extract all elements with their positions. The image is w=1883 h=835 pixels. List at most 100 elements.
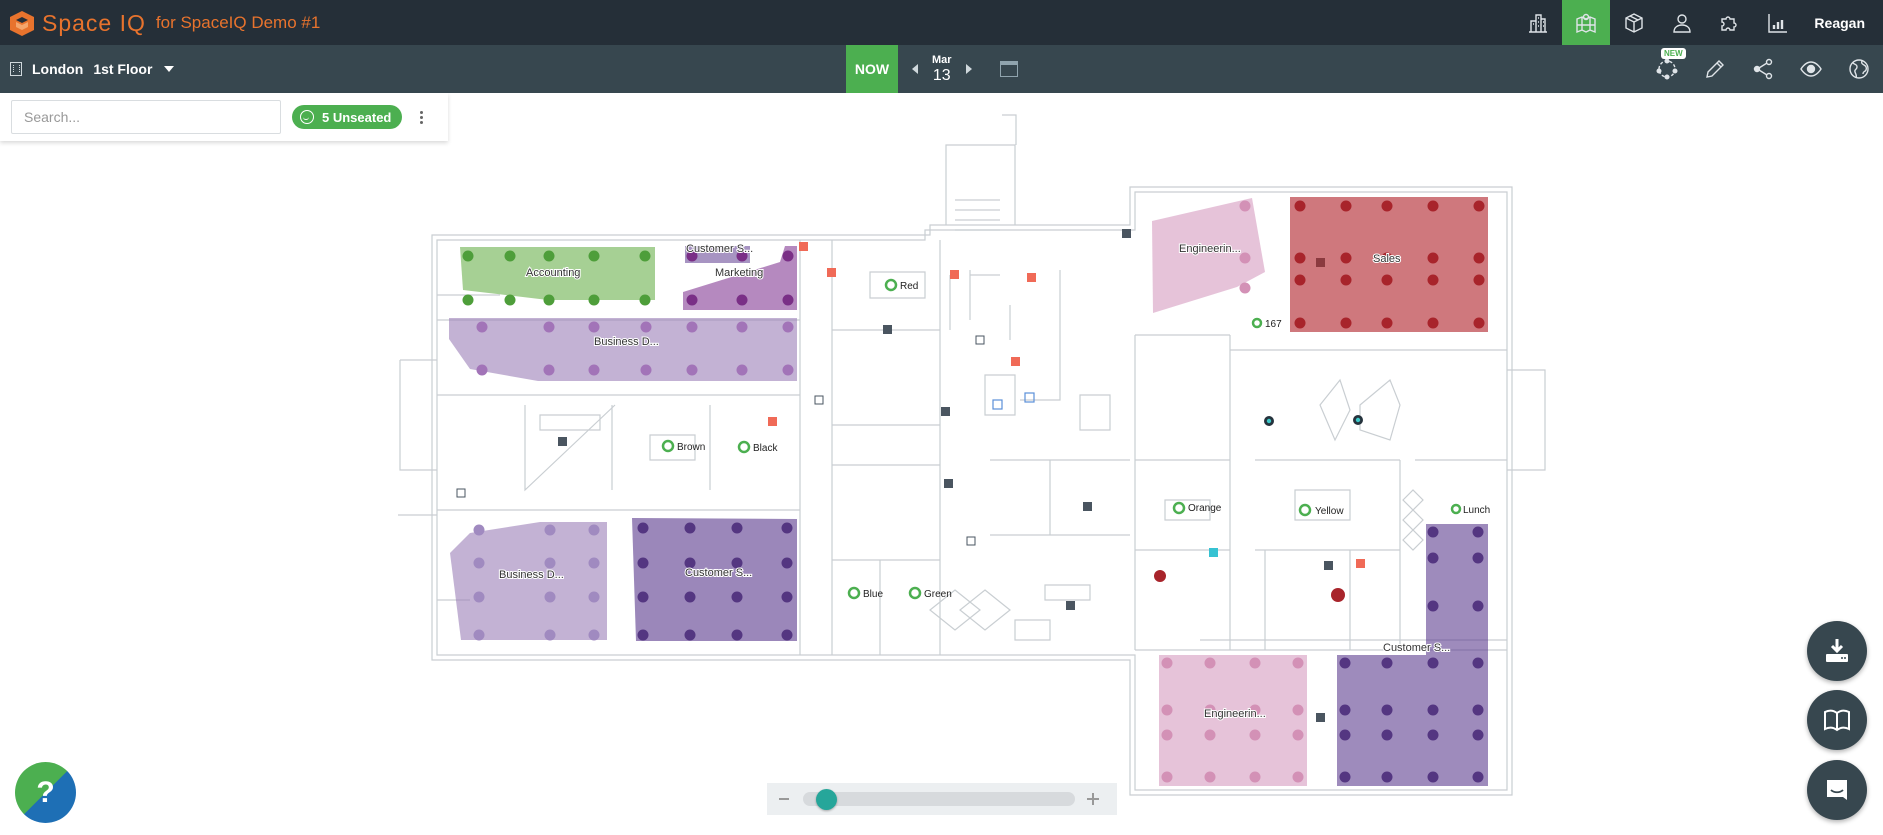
seat-marker[interactable] <box>1294 200 1306 212</box>
seat-marker[interactable] <box>1294 252 1306 264</box>
seat-marker[interactable] <box>781 557 793 569</box>
view-button[interactable] <box>1787 45 1835 93</box>
seat-marker[interactable] <box>1427 729 1439 741</box>
globe-button[interactable] <box>1835 45 1883 93</box>
seat-marker[interactable] <box>1472 600 1484 612</box>
seat-marker[interactable] <box>1161 657 1173 669</box>
first-aid-icon[interactable] <box>768 417 777 426</box>
seat-marker[interactable] <box>588 524 600 536</box>
seat-marker[interactable] <box>462 250 474 262</box>
wifi-icon[interactable] <box>1316 713 1325 722</box>
help-button[interactable]: ? <box>15 762 76 823</box>
share-button[interactable] <box>1739 45 1787 93</box>
seat-marker[interactable] <box>640 321 652 333</box>
seat-marker[interactable] <box>1161 729 1173 741</box>
cleaning-icon[interactable] <box>1209 548 1218 557</box>
seat-marker[interactable] <box>640 364 652 376</box>
seat-marker[interactable] <box>731 522 743 534</box>
square-marker-icon[interactable] <box>966 536 976 546</box>
seat-marker[interactable] <box>476 364 488 376</box>
room-blue[interactable]: Blue <box>847 586 883 600</box>
seat-marker[interactable] <box>1472 552 1484 564</box>
seat-marker[interactable] <box>544 591 556 603</box>
seat-marker[interactable] <box>1472 526 1484 538</box>
seat-marker[interactable] <box>1472 704 1484 716</box>
seat-marker[interactable] <box>1472 657 1484 669</box>
seat-marker[interactable] <box>1239 252 1251 264</box>
seat-marker[interactable] <box>1427 704 1439 716</box>
seat-marker[interactable] <box>1339 704 1351 716</box>
seat-marker[interactable] <box>736 364 748 376</box>
seat-marker[interactable] <box>588 294 600 306</box>
seat-marker[interactable] <box>637 522 649 534</box>
seat-marker[interactable] <box>637 629 649 641</box>
seat-marker[interactable] <box>588 557 600 569</box>
brand[interactable]: Space IQ for SpaceIQ Demo #1 <box>8 8 320 38</box>
zoom-slider-thumb[interactable] <box>815 789 837 810</box>
seat-marker[interactable] <box>781 591 793 603</box>
seat-marker[interactable] <box>1381 317 1393 329</box>
restroom-icon[interactable] <box>558 437 567 446</box>
seat-marker[interactable] <box>1249 657 1261 669</box>
seat-marker[interactable] <box>1472 771 1484 783</box>
unseated-button[interactable]: 5 Unseated <box>292 105 403 129</box>
seat-marker[interactable] <box>544 629 556 641</box>
printer-icon[interactable] <box>1066 601 1075 610</box>
seat-marker[interactable] <box>1340 200 1352 212</box>
seat-marker[interactable] <box>782 321 794 333</box>
seat-marker[interactable] <box>1427 552 1439 564</box>
seat-marker[interactable] <box>639 294 651 306</box>
seat-marker[interactable] <box>473 591 485 603</box>
seat-marker[interactable] <box>588 629 600 641</box>
nav-people[interactable] <box>1658 0 1706 45</box>
seat-marker[interactable] <box>1249 771 1261 783</box>
seat-marker[interactable] <box>1339 729 1351 741</box>
next-date-icon[interactable] <box>965 64 972 74</box>
elevator-icon[interactable] <box>1024 392 1035 403</box>
seat-marker[interactable] <box>1161 704 1173 716</box>
chat-button[interactable] <box>1807 760 1867 820</box>
seat-marker[interactable] <box>588 364 600 376</box>
square-marker-icon[interactable] <box>814 395 824 405</box>
seat-marker[interactable] <box>543 364 555 376</box>
seat-marker[interactable] <box>1340 252 1352 264</box>
room-167[interactable]: 167 <box>1251 317 1282 330</box>
seat-marker[interactable] <box>544 524 556 536</box>
room-yellow[interactable]: Yellow <box>1298 503 1344 517</box>
seat-marker[interactable] <box>736 321 748 333</box>
seat-marker[interactable] <box>1427 274 1439 286</box>
zone-engineering-bottom[interactable] <box>1159 655 1307 786</box>
previous-date-icon[interactable] <box>912 64 918 74</box>
seat-marker[interactable] <box>1427 317 1439 329</box>
floor-plan[interactable]: Accounting Customer S... Marketing Busin… <box>0 93 1883 835</box>
seat-marker[interactable] <box>686 321 698 333</box>
nav-map[interactable] <box>1562 0 1611 45</box>
occupied-seat-icon[interactable] <box>1154 570 1166 582</box>
info-icon[interactable] <box>944 479 953 488</box>
info-icon[interactable] <box>941 407 950 416</box>
room-green[interactable]: Green <box>908 586 952 600</box>
nav-reports[interactable] <box>1754 0 1802 45</box>
zoom-slider[interactable] <box>803 789 1075 810</box>
seat-marker[interactable] <box>543 321 555 333</box>
seat-marker[interactable] <box>1204 657 1216 669</box>
square-marker-icon[interactable] <box>456 488 466 498</box>
seat-marker[interactable] <box>1340 317 1352 329</box>
wifi-icon[interactable] <box>883 325 892 334</box>
seat-marker[interactable] <box>1381 729 1393 741</box>
seat-marker[interactable] <box>543 294 555 306</box>
seat-marker[interactable] <box>473 557 485 569</box>
seat-marker[interactable] <box>476 321 488 333</box>
seat-marker[interactable] <box>781 629 793 641</box>
nav-moves[interactable] <box>1610 0 1658 45</box>
first-aid-icon[interactable] <box>799 242 808 251</box>
guide-button[interactable] <box>1807 690 1867 750</box>
seat-marker[interactable] <box>781 522 793 534</box>
seat-marker[interactable] <box>1294 274 1306 286</box>
seat-marker[interactable] <box>1161 771 1173 783</box>
seat-marker[interactable] <box>1427 200 1439 212</box>
seat-marker[interactable] <box>1381 274 1393 286</box>
room-black[interactable]: Black <box>737 440 778 454</box>
seat-marker[interactable] <box>1473 317 1485 329</box>
seat-marker[interactable] <box>462 294 474 306</box>
